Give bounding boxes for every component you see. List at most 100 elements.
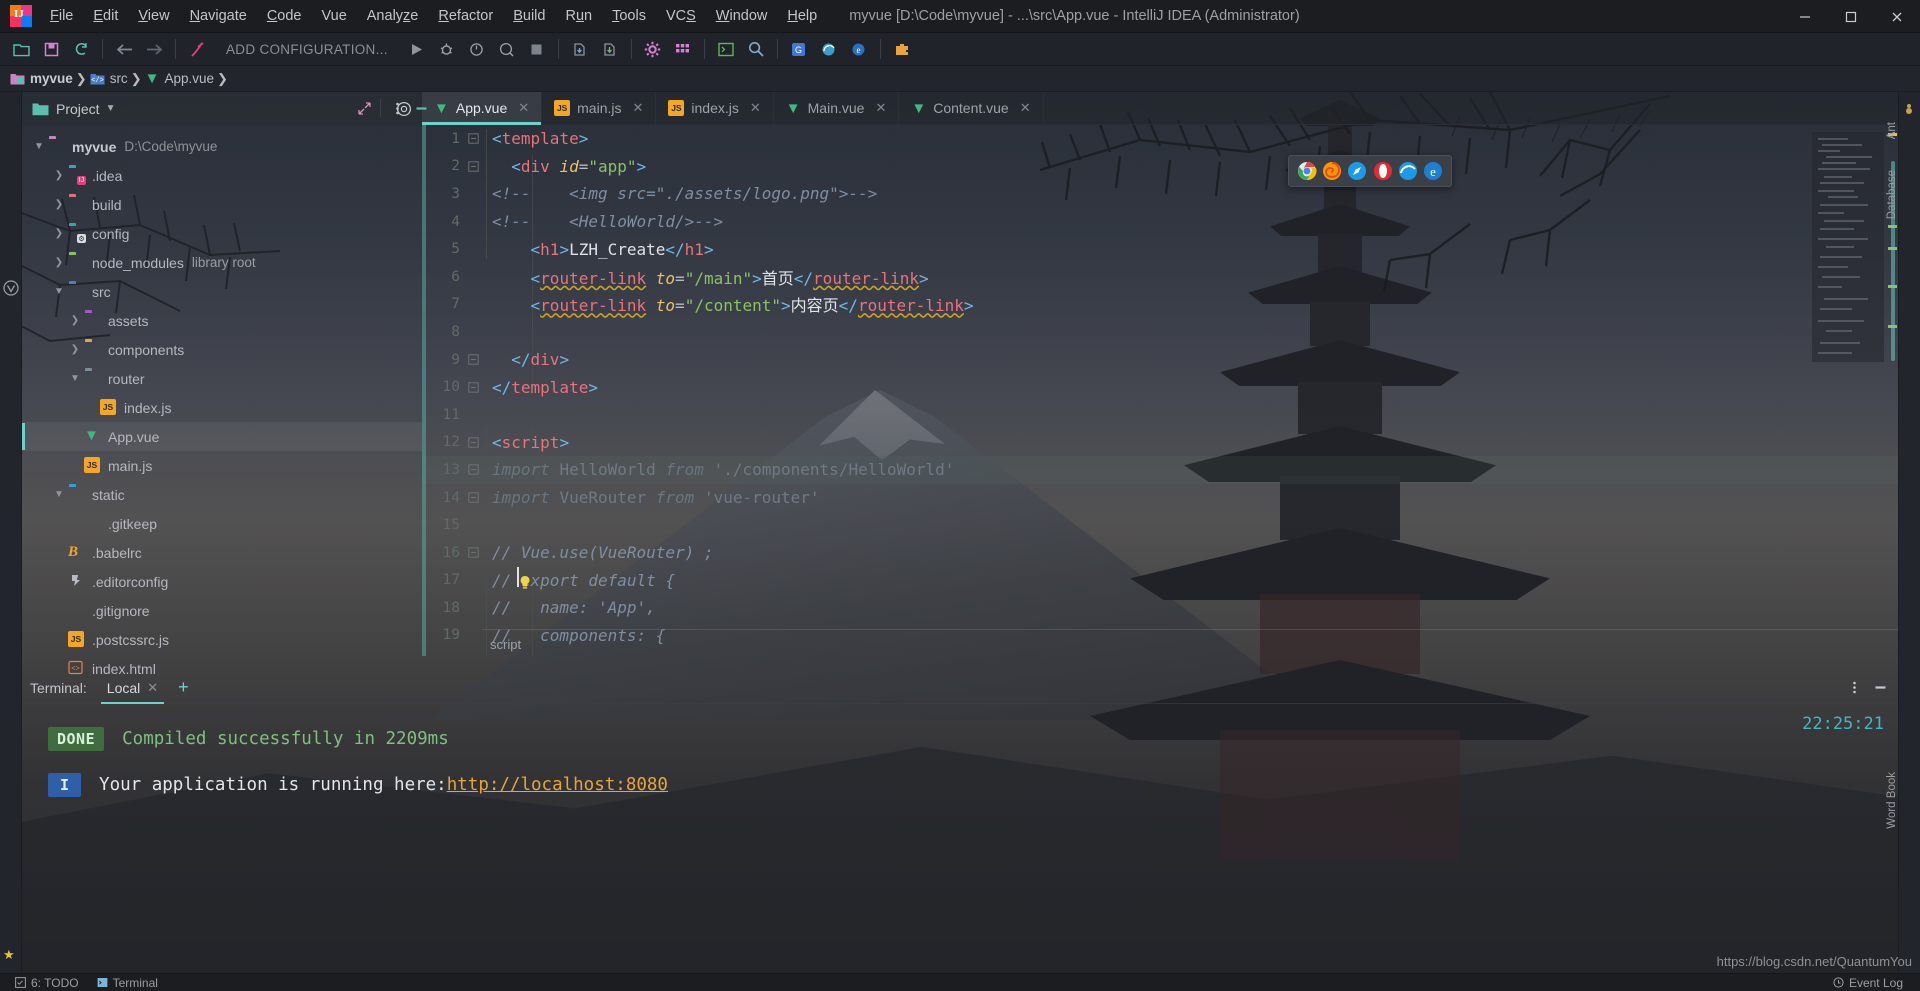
- safari-icon[interactable]: [1347, 161, 1367, 181]
- code-line[interactable]: 11: [422, 401, 1898, 429]
- maximize-button[interactable]: [1828, 0, 1874, 33]
- browser-edge-icon[interactable]: [816, 37, 842, 61]
- options-menu-icon[interactable]: [385, 96, 409, 120]
- code-line[interactable]: 5 <h1>LZH_Create</h1>: [422, 235, 1898, 263]
- menu-item-run[interactable]: Run: [555, 4, 602, 28]
- fold-marker-icon[interactable]: [468, 437, 490, 448]
- editor-minimap-preview[interactable]: [1812, 132, 1884, 362]
- chevron-down-icon[interactable]: ▼: [30, 141, 48, 152]
- menu-item-file[interactable]: File: [40, 4, 83, 28]
- close-button[interactable]: [1874, 0, 1920, 33]
- code-line[interactable]: 12 <script>: [422, 429, 1898, 457]
- tab-app-vue[interactable]: ▼ App.vue ✕: [422, 92, 543, 125]
- rail-item-project[interactable]: 1: Project: [0, 200, 9, 249]
- options-menu-icon[interactable]: [1842, 676, 1866, 700]
- browser-ie-icon[interactable]: e: [846, 37, 872, 61]
- menu-item-analyze[interactable]: Analyze: [357, 4, 429, 28]
- menu-item-navigate[interactable]: Navigate: [180, 4, 257, 28]
- chevron-down-icon[interactable]: ▼: [106, 103, 116, 114]
- tab-main-js[interactable]: JS main.js ✕: [542, 92, 657, 124]
- firefox-icon[interactable]: [1322, 161, 1342, 181]
- menu-item-refactor[interactable]: Refactor: [428, 4, 503, 28]
- tree-row-myvue[interactable]: ▼ myvue D:\Code\myvue: [22, 132, 422, 161]
- tree-row-postcssrc-js[interactable]: JS .postcssrc.js: [22, 625, 422, 654]
- chrome-icon[interactable]: [1297, 161, 1317, 181]
- code-line[interactable]: 7 <router-link to="/content">内容页</router…: [422, 291, 1898, 319]
- code-line[interactable]: 13 import HelloWorld from './components/H…: [422, 456, 1898, 484]
- tree-row-src[interactable]: ▼ src: [22, 277, 422, 306]
- menu-item-window[interactable]: Window: [706, 4, 778, 28]
- code-line[interactable]: 4 <!-- <HelloWorld/>-->: [422, 208, 1898, 236]
- code-line[interactable]: 10 </template>: [422, 373, 1898, 401]
- close-icon[interactable]: ✕: [1020, 100, 1031, 116]
- hide-panel-icon[interactable]: [409, 96, 433, 120]
- tab-content-vue[interactable]: ▼ Content.vue ✕: [899, 92, 1044, 124]
- chevron-right-icon[interactable]: ❯: [66, 344, 84, 355]
- code-line[interactable]: 6 <router-link to="/main">首页</router-lin…: [422, 263, 1898, 291]
- status-item-terminal[interactable]: Terminal: [88, 976, 167, 990]
- tree-row-build[interactable]: ❯ build: [22, 190, 422, 219]
- tree-row-babelrc[interactable]: B .babelrc: [22, 538, 422, 567]
- chevron-right-icon[interactable]: ❯: [66, 315, 84, 326]
- add-terminal-button[interactable]: +: [168, 677, 199, 698]
- close-icon[interactable]: ✕: [518, 100, 529, 116]
- tree-row-assets[interactable]: ❯ assets: [22, 306, 422, 335]
- breadcrumb-item-myvue[interactable]: myvue: [10, 71, 73, 86]
- code-editor[interactable]: 1 <template> 2 <div id="app"> 3 <!-- <img sr…: [422, 125, 1898, 656]
- localhost-link[interactable]: http://localhost:8080: [447, 775, 668, 795]
- code-line[interactable]: 2 <div id="app">: [422, 153, 1898, 181]
- back-arrow-icon[interactable]: [111, 37, 137, 61]
- fold-marker-icon[interactable]: [468, 547, 490, 558]
- coverage-icon[interactable]: [464, 37, 490, 61]
- favorites-star-icon[interactable]: ★: [3, 947, 19, 963]
- terminal-output[interactable]: DONE Compiled successfully in 2209ms I Y…: [22, 704, 1898, 973]
- fold-marker-icon[interactable]: [468, 161, 490, 172]
- fold-marker-icon[interactable]: [468, 492, 490, 503]
- chevron-right-icon[interactable]: ❯: [50, 228, 68, 239]
- rail-item-structure[interactable]: 7: Structure: [0, 592, 9, 651]
- close-icon[interactable]: ✕: [147, 680, 158, 696]
- sync-icon[interactable]: [68, 37, 94, 61]
- expand-editor-icon[interactable]: [352, 96, 376, 120]
- code-line[interactable]: 15: [422, 511, 1898, 539]
- breadcrumb-item-src[interactable]: </> src: [90, 71, 128, 86]
- open-folder-icon[interactable]: [8, 37, 34, 61]
- menu-item-help[interactable]: Help: [777, 4, 827, 28]
- code-line[interactable]: 1 <template>: [422, 125, 1898, 153]
- code-line[interactable]: 19// components: {: [422, 622, 1898, 650]
- debug-icon[interactable]: [434, 37, 460, 61]
- ie-icon[interactable]: e: [1423, 161, 1443, 181]
- edge-icon[interactable]: [1398, 161, 1418, 181]
- forward-arrow-icon[interactable]: [141, 37, 167, 61]
- menu-item-edit[interactable]: Edit: [83, 4, 128, 28]
- vue-plugin-icon[interactable]: [3, 280, 19, 296]
- tree-row-index-js[interactable]: JS index.js: [22, 393, 422, 422]
- tree-row-gitignore[interactable]: .gitignore: [22, 596, 422, 625]
- update-project-icon[interactable]: [567, 37, 593, 61]
- close-icon[interactable]: ✕: [633, 100, 644, 116]
- code-breadcrumb-script[interactable]: script: [490, 637, 521, 652]
- stop-icon[interactable]: [524, 37, 550, 61]
- browser-preview-popup[interactable]: e: [1288, 155, 1452, 187]
- code-line[interactable]: 3 <!-- <img src="./assets/logo.png">-->: [422, 180, 1898, 208]
- tree-row-app-vue[interactable]: ▼ App.vue: [22, 422, 422, 451]
- chevron-right-icon[interactable]: ❯: [50, 199, 68, 210]
- code-line[interactable]: 18 // name: 'App',: [422, 594, 1898, 622]
- code-line[interactable]: 9 </div>: [422, 346, 1898, 374]
- fold-marker-icon[interactable]: [468, 354, 490, 365]
- tab-index-js[interactable]: JS index.js ✕: [656, 92, 774, 124]
- tree-row-config[interactable]: ❯ ⚙ config: [22, 219, 422, 248]
- chevron-down-icon[interactable]: ▼: [50, 286, 68, 297]
- fold-marker-icon[interactable]: [468, 381, 490, 393]
- rail-item-ant[interactable]: Ant: [1886, 122, 1908, 139]
- tree-row-idea[interactable]: ❯ IJ .idea: [22, 161, 422, 190]
- tree-row-main-js[interactable]: JS main.js: [22, 451, 422, 480]
- chevron-down-icon[interactable]: ▼: [66, 373, 84, 384]
- rail-item-word-book[interactable]: Word Book: [1886, 772, 1908, 829]
- rail-item-favorites[interactable]: 2: Favorites: [0, 732, 9, 792]
- close-icon[interactable]: ✕: [875, 100, 886, 116]
- tree-row-router[interactable]: ▼ router: [22, 364, 422, 393]
- fold-marker-icon[interactable]: [468, 464, 490, 476]
- menu-item-tools[interactable]: Tools: [602, 4, 656, 28]
- terminal-tab-local[interactable]: Local ✕: [97, 672, 168, 704]
